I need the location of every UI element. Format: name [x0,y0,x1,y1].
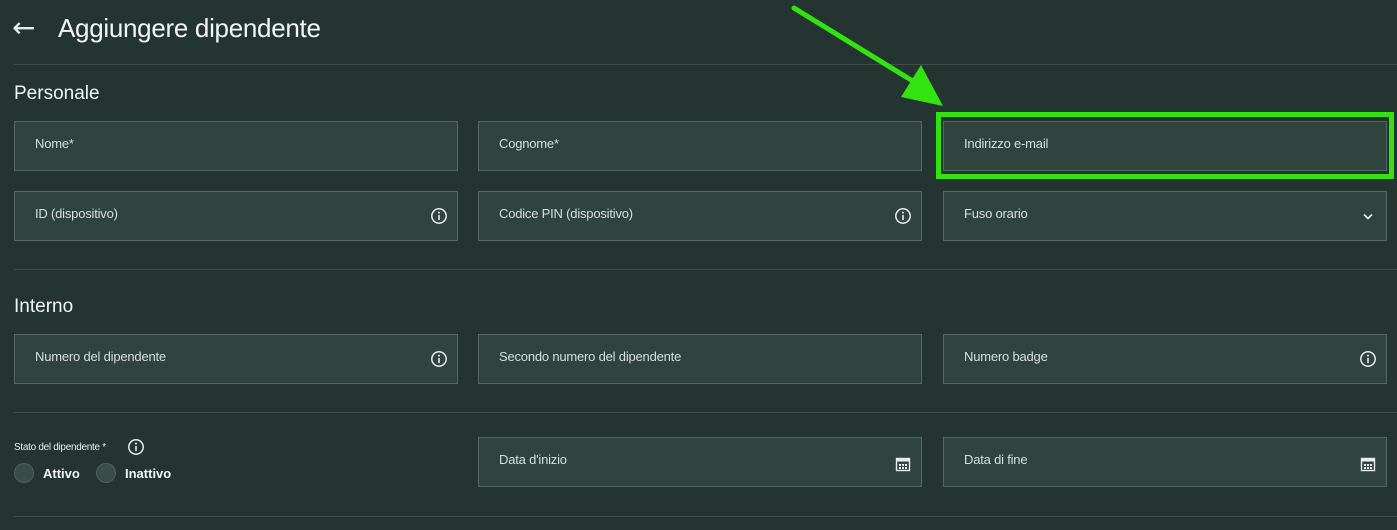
radio-circle[interactable] [14,463,34,483]
chevron-down-icon [1363,213,1373,220]
timezone-label: Fuso orario [964,206,1028,221]
back-arrow-icon[interactable]: ← [12,14,46,42]
section-divider [14,269,1397,270]
section-title-internal: Interno [14,296,74,317]
device-pin-label: Codice PIN (dispositivo) [499,206,633,221]
start-date-field[interactable]: Data d'inizio [478,437,922,487]
device-pin-field[interactable]: Codice PIN (dispositivo) [478,191,922,241]
last-name-field[interactable]: Cognome* [478,121,922,171]
badge-number-field[interactable]: Numero badge [943,334,1387,384]
section-divider [14,516,1397,517]
badge-number-label: Numero badge [964,349,1048,364]
start-date-label: Data d'inizio [499,452,567,467]
calendar-icon[interactable] [894,455,912,473]
device-id-label: ID (dispositivo) [35,206,118,221]
last-name-label: Cognome* [499,136,559,151]
employee-number-label: Numero del dipendente [35,349,166,364]
end-date-label: Data di fine [964,452,1028,467]
add-employee-page: ← Aggiungere dipendente Personale Nome* … [0,0,1397,530]
employee-number-field[interactable]: Numero del dipendente [14,334,458,384]
info-icon[interactable] [430,350,448,368]
radio-active[interactable]: Attivo [14,463,80,483]
calendar-icon[interactable] [1359,455,1377,473]
info-icon[interactable] [430,207,448,225]
annotation-arrow-icon [791,5,943,106]
page-header: ← Aggiungere dipendente [12,8,321,48]
radio-inactive[interactable]: Inattivo [96,463,171,483]
page-title: Aggiungere dipendente [58,12,321,43]
employee-status-label: Stato del dipendente * [14,442,106,453]
second-employee-number-label: Secondo numero del dipendente [499,349,682,364]
info-icon[interactable] [127,438,145,456]
radio-circle[interactable] [96,463,116,483]
first-name-label: Nome* [35,136,74,151]
header-divider [14,64,1397,65]
first-name-field[interactable]: Nome* [14,121,458,171]
section-title-personal: Personale [14,83,100,104]
end-date-field[interactable]: Data di fine [943,437,1387,487]
info-icon[interactable] [894,207,912,225]
device-id-field[interactable]: ID (dispositivo) [14,191,458,241]
second-employee-number-field[interactable]: Secondo numero del dipendente [478,334,922,384]
section-divider [14,412,1397,413]
radio-active-label: Attivo [43,465,80,481]
info-icon[interactable] [1359,350,1377,368]
timezone-select[interactable]: Fuso orario [943,191,1387,241]
radio-inactive-label: Inattivo [125,465,172,481]
email-label: Indirizzo e-mail [964,136,1049,151]
email-field[interactable]: Indirizzo e-mail [943,121,1387,171]
